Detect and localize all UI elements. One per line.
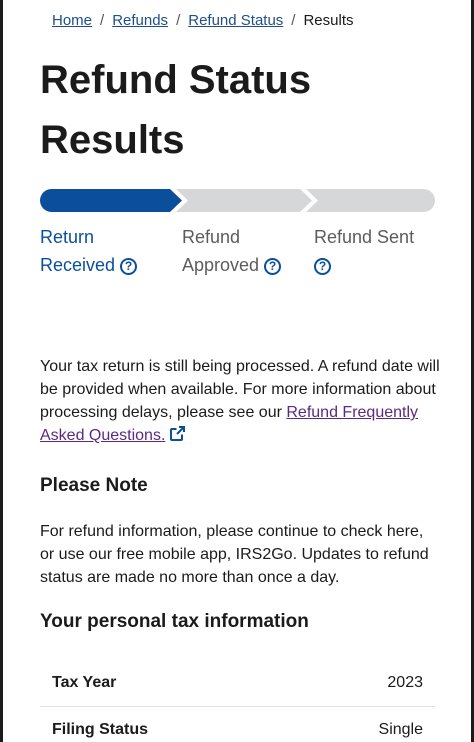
help-icon[interactable]: ? <box>264 258 282 275</box>
left-frame-edge <box>0 0 3 742</box>
help-icon[interactable]: ? <box>314 258 331 275</box>
tax-year-label: Tax Year <box>52 673 117 691</box>
breadcrumb-home-link[interactable]: Home <box>52 12 92 29</box>
filing-status-value: Single <box>378 721 423 738</box>
progress-segment-approved <box>176 189 312 212</box>
breadcrumb: Home / Refunds / Refund Status / Results <box>52 11 354 31</box>
note-text: For refund information, please continue … <box>40 523 429 586</box>
page-title: Refund Status Results <box>40 58 312 162</box>
table-row: Tax Year 2023 <box>40 659 435 706</box>
personal-tax-info-table: Tax Year 2023 Filing Status Single <box>40 659 435 742</box>
external-link-icon[interactable] <box>169 425 186 449</box>
refund-progress-tracker <box>40 189 435 212</box>
help-icon[interactable]: ? <box>120 258 138 275</box>
tax-year-value: 2023 <box>387 673 423 691</box>
step-return-received: Return Received ? <box>40 223 150 279</box>
breadcrumb-separator: / <box>176 12 181 29</box>
progress-segment-sent <box>306 189 435 212</box>
step-label-line: Approved <box>182 255 260 275</box>
table-row: Filing Status Single <box>40 706 435 742</box>
step-label-line: Received <box>40 255 116 275</box>
step-label-line: Refund <box>182 227 241 247</box>
step-refund-sent: Refund Sent ? <box>314 223 444 279</box>
step-refund-approved: Refund Approved ? <box>182 223 302 279</box>
breadcrumb-refunds-link[interactable]: Refunds <box>112 12 168 29</box>
progress-segment-received <box>40 189 182 212</box>
breadcrumb-separator: / <box>291 12 296 29</box>
step-label-line: Return <box>40 227 95 247</box>
personal-tax-info-heading: Your personal tax information <box>40 611 309 632</box>
please-note-heading: Please Note <box>40 475 148 496</box>
step-label-line: Refund Sent <box>314 227 415 247</box>
breadcrumb-current: Results <box>303 12 354 29</box>
filing-status-label: Filing Status <box>52 721 148 738</box>
breadcrumb-refund-status-link[interactable]: Refund Status <box>188 12 283 29</box>
breadcrumb-separator: / <box>100 12 105 29</box>
status-message: Your tax return is still being processed… <box>40 355 440 449</box>
